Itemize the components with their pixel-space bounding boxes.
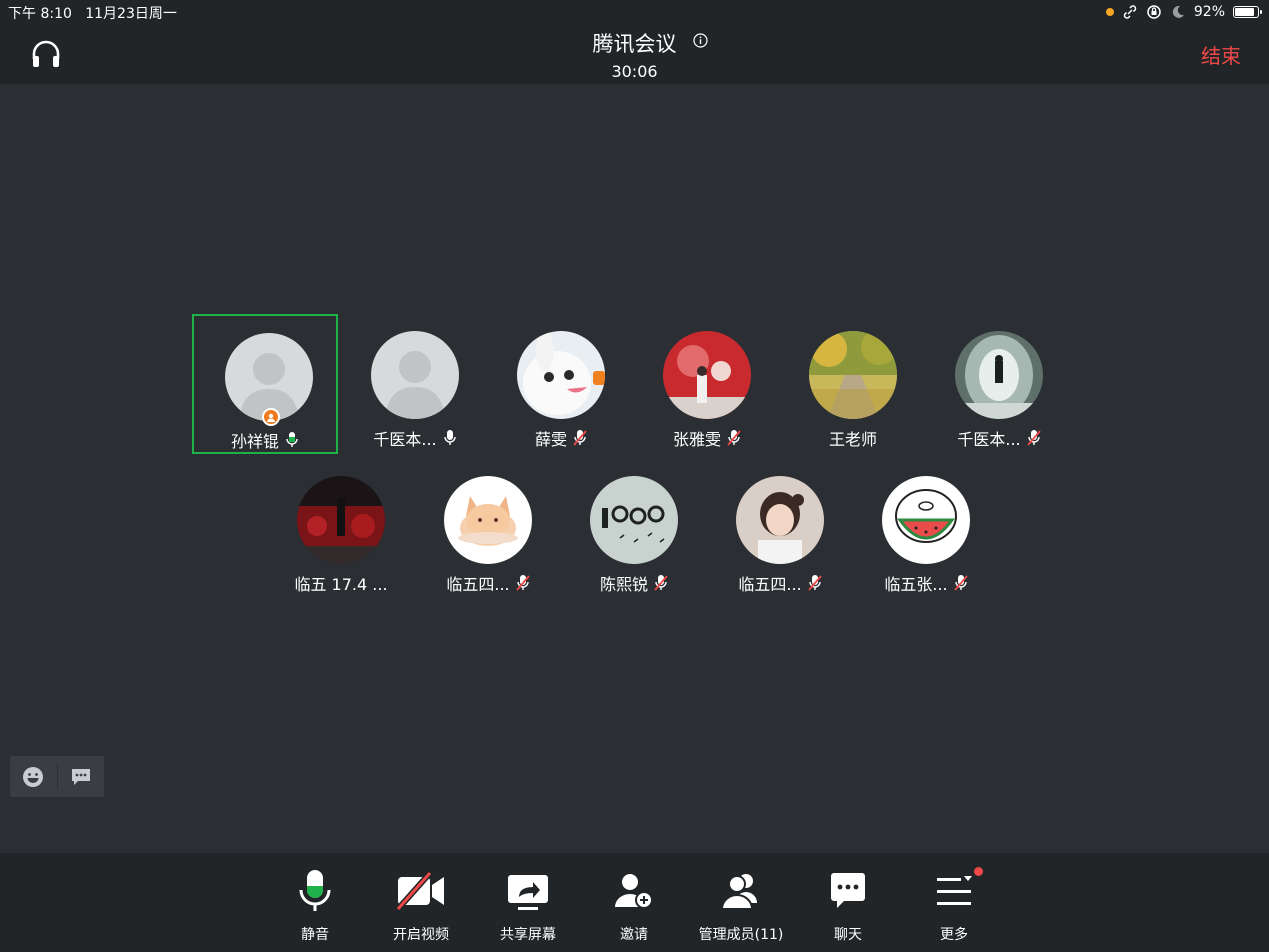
mic-muted-icon bbox=[727, 430, 741, 446]
emoji-icon bbox=[23, 766, 44, 787]
mic-icon bbox=[443, 430, 456, 445]
participant-name: 临五张... bbox=[884, 575, 948, 594]
recording-dot-icon bbox=[1105, 8, 1114, 16]
chat-icon bbox=[798, 867, 898, 915]
avatar-watermelon-pig bbox=[882, 476, 970, 564]
chat-button[interactable]: 聊天 bbox=[798, 867, 898, 944]
participant-name: 临五 17.4 ... bbox=[294, 575, 388, 594]
participant-tile[interactable]: 临五四... bbox=[415, 459, 561, 599]
default-avatar bbox=[371, 331, 459, 419]
host-badge-icon bbox=[262, 408, 280, 426]
microphone-icon bbox=[265, 867, 365, 915]
participant-name: 临五四... bbox=[446, 575, 510, 594]
floating-quick-tools bbox=[10, 756, 104, 797]
participant-name: 薛雯 bbox=[534, 430, 567, 449]
participant-name: 千医本... bbox=[957, 430, 1021, 449]
participant-tile[interactable]: 孙祥锟 bbox=[192, 314, 338, 454]
participant-tile[interactable]: 千医本... bbox=[926, 314, 1072, 454]
mic-muted-icon bbox=[654, 575, 668, 591]
participant-name: 张雅雯 bbox=[672, 430, 721, 449]
manage-members-button[interactable]: 管理成员(11) bbox=[691, 867, 791, 944]
more-menu-icon bbox=[904, 867, 1004, 915]
members-icon bbox=[691, 867, 791, 915]
more-button[interactable]: 更多 bbox=[904, 867, 1004, 944]
status-bar: 下午 8:10 11月23日周一 92% bbox=[0, 0, 1269, 24]
avatar-tunnel bbox=[955, 331, 1043, 419]
participant-name-row: 临五四... bbox=[415, 571, 561, 595]
link-icon bbox=[1123, 5, 1137, 19]
more-label: 更多 bbox=[940, 927, 968, 943]
mic-muted-icon bbox=[1026, 430, 1041, 446]
quick-chat-button[interactable] bbox=[57, 756, 104, 797]
participant-tile[interactable]: 薛雯 bbox=[488, 314, 634, 454]
participant-tile[interactable]: 陈熙锐 bbox=[561, 459, 707, 599]
emoji-button[interactable] bbox=[10, 756, 57, 797]
mic-muted-icon bbox=[515, 575, 530, 591]
chat-bubble-icon bbox=[71, 768, 90, 785]
rotation-lock-icon bbox=[1147, 5, 1161, 19]
moon-icon bbox=[1172, 5, 1184, 18]
participant-tile[interactable]: 临五 17.4 ... bbox=[268, 459, 414, 599]
participant-name-row: 王老师 bbox=[780, 426, 926, 450]
participant-name-row: 临五 17.4 ... bbox=[268, 571, 414, 595]
invite-button[interactable]: 邀请 bbox=[584, 867, 684, 944]
share-screen-button[interactable]: 共享屏幕 bbox=[478, 867, 578, 944]
share-screen-label: 共享屏幕 bbox=[500, 927, 556, 943]
manage-members-label: 管理成员(11) bbox=[698, 927, 784, 943]
meeting-toolbar: 静音 开启视频 共享屏幕 邀请 管理成员(11) 聊天 更多 bbox=[0, 853, 1269, 952]
participant-name-row: 孙祥锟 bbox=[194, 428, 336, 452]
mic-active-icon bbox=[286, 432, 298, 447]
video-off-icon bbox=[371, 867, 471, 915]
participant-name-row: 千医本... bbox=[342, 426, 488, 450]
participant-name-row: 陈熙锐 bbox=[561, 571, 707, 595]
meeting-timer: 30:06 bbox=[611, 62, 658, 81]
participant-name-row: 千医本... bbox=[926, 426, 1072, 450]
invite-label: 邀请 bbox=[620, 927, 648, 943]
avatar-album-1989 bbox=[590, 476, 678, 564]
participant-tile[interactable]: 千医本... bbox=[342, 314, 488, 454]
start-video-label: 开启视频 bbox=[393, 927, 449, 943]
participant-name-row: 张雅雯 bbox=[634, 426, 780, 450]
share-screen-icon bbox=[478, 867, 578, 915]
participant-name: 孙祥锟 bbox=[230, 432, 279, 451]
participant-name-row: 临五张... bbox=[853, 571, 999, 595]
participant-tile[interactable]: 临五四... bbox=[707, 459, 853, 599]
notification-dot bbox=[974, 867, 983, 876]
participant-name-row: 薛雯 bbox=[488, 426, 634, 450]
meeting-title: 腾讯会议 bbox=[592, 32, 677, 56]
meeting-header: 腾讯会议 30:06 结束 bbox=[0, 24, 1269, 84]
avatar-girl-photo bbox=[736, 476, 824, 564]
start-video-button[interactable]: 开启视频 bbox=[371, 867, 471, 944]
participant-tile[interactable]: 王老师 bbox=[780, 314, 926, 454]
add-user-icon bbox=[584, 867, 684, 915]
participant-tile[interactable]: 张雅雯 bbox=[634, 314, 780, 454]
participant-name: 临五四... bbox=[738, 575, 802, 594]
participant-tile[interactable]: 临五张... bbox=[853, 459, 999, 599]
end-meeting-button[interactable]: 结束 bbox=[1201, 40, 1241, 69]
meeting-title-block: 腾讯会议 30:06 bbox=[0, 28, 1269, 81]
status-time-date: 下午 8:10 11月23日周一 bbox=[8, 6, 177, 22]
mic-muted-icon bbox=[573, 430, 587, 446]
battery-icon bbox=[1233, 6, 1262, 18]
avatar-autumn-path bbox=[809, 331, 897, 419]
info-icon[interactable] bbox=[693, 33, 708, 48]
battery-percent: 92% bbox=[1193, 4, 1225, 20]
status-icons: 92% bbox=[1105, 3, 1262, 21]
participant-name: 千医本... bbox=[373, 430, 437, 449]
avatar-red-wall bbox=[663, 331, 751, 419]
mic-muted-icon bbox=[807, 575, 822, 591]
mute-label: 静音 bbox=[301, 927, 329, 943]
avatar-cartoon-fox bbox=[444, 476, 532, 564]
participant-name: 王老师 bbox=[828, 430, 877, 449]
participant-name-row: 临五四... bbox=[707, 571, 853, 595]
mic-muted-icon bbox=[953, 575, 968, 591]
avatar-rabbit bbox=[517, 331, 605, 419]
avatar-concert bbox=[297, 476, 385, 564]
participant-name: 陈熙锐 bbox=[599, 575, 648, 594]
chat-label: 聊天 bbox=[834, 927, 862, 943]
mute-button[interactable]: 静音 bbox=[265, 867, 365, 944]
